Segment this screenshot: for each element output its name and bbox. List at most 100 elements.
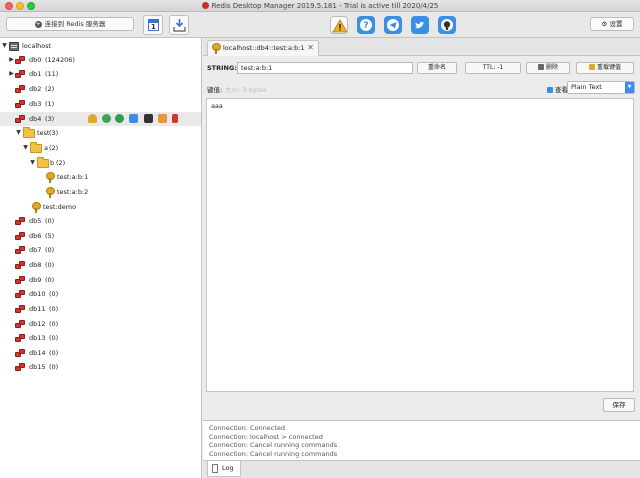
help-icon: ? — [360, 19, 372, 31]
log-output: Connection: Connected Connection: localh… — [203, 420, 640, 460]
tree-db13[interactable]: db13 (0) — [0, 331, 201, 345]
key-type-label: STRING: — [207, 64, 237, 72]
console-icon[interactable] — [144, 114, 153, 123]
delete-button[interactable]: 删除 — [526, 62, 570, 74]
window-title: Redis Desktop Manager 2019.5.181 - Trial… — [0, 0, 640, 12]
tree-db6[interactable]: db6 (5) — [0, 229, 201, 243]
tree-key-1[interactable]: test:a:b:1 — [0, 170, 201, 184]
reload-value-button[interactable]: 重载键值 — [576, 62, 634, 74]
warning-button[interactable] — [330, 16, 348, 34]
key-name: test:a:b:1 — [57, 173, 89, 181]
tree-db5[interactable]: db5 (0) — [0, 214, 201, 228]
db-count: (0) — [49, 290, 59, 298]
reload-icon[interactable] — [115, 114, 124, 123]
twitter-icon — [415, 21, 425, 29]
db-name: db12 — [29, 320, 46, 328]
db-name: db3 — [29, 100, 42, 108]
tree-db11[interactable]: db11 (0) — [0, 302, 201, 316]
log-line: Connection: localhost > connected — [209, 432, 323, 441]
twitter-button[interactable] — [411, 16, 429, 34]
folder-count: (3) — [49, 129, 59, 137]
tree-key-2[interactable]: test:a:b:2 — [0, 185, 201, 199]
tree-db0[interactable]: ▶ db0 (124206) — [0, 53, 201, 67]
collapse-arrow-icon[interactable]: ▼ — [22, 141, 29, 155]
database-icon — [15, 349, 26, 358]
tree-db10[interactable]: db10 (0) — [0, 287, 201, 301]
tree-folder-test[interactable]: ▼ test (3) — [0, 126, 201, 140]
collapse-arrow-icon[interactable]: ▼ — [1, 39, 8, 53]
db-name: db1 — [29, 70, 42, 78]
tree-db4[interactable]: db4 (3) — [0, 112, 201, 126]
db-count: (5) — [45, 232, 55, 240]
settings-button[interactable]: ⚙ 设置 — [590, 17, 634, 31]
collapse-arrow-icon[interactable]: ▼ — [29, 156, 36, 170]
connect-server-button[interactable]: + 连接到 Redis 服务器 — [6, 17, 134, 31]
tree-db7[interactable]: db7 (0) — [0, 243, 201, 257]
db-count: (0) — [45, 217, 55, 225]
database-icon — [15, 70, 26, 79]
database-icon — [15, 334, 26, 343]
log-line: Connection: Connected — [209, 424, 286, 432]
db-count: (0) — [45, 261, 55, 269]
database-icon — [15, 85, 26, 94]
delete-icon[interactable] — [172, 114, 178, 123]
close-icon[interactable]: ✕ — [307, 41, 314, 55]
telegram-button[interactable] — [384, 16, 402, 34]
reload-icon — [588, 64, 595, 70]
key-icon — [46, 172, 55, 183]
db-count: (1) — [45, 100, 55, 108]
log-line: Connection: Cancel running commands — [209, 449, 338, 458]
tree-folder-b[interactable]: ▼ b (2) — [0, 156, 201, 170]
warning-icon — [332, 19, 348, 33]
tree-db15[interactable]: db15 (0) — [0, 360, 201, 374]
calendar-button[interactable] — [143, 15, 163, 35]
value-size: 大小: 3 bytes — [225, 86, 267, 94]
telegram-icon — [387, 19, 399, 31]
plus-icon: + — [34, 21, 42, 28]
tree-db12[interactable]: db12 (0) — [0, 317, 201, 331]
db-count: (124206) — [45, 56, 75, 64]
key-name-input[interactable]: test:a:b:1 — [237, 62, 413, 74]
save-button[interactable]: 保存 — [603, 398, 635, 412]
expand-arrow-icon[interactable]: ▶ — [8, 53, 15, 67]
tree-db2[interactable]: db2 (2) — [0, 82, 201, 96]
db-name: db13 — [29, 334, 46, 342]
flush-icon[interactable] — [158, 114, 167, 123]
server-icon — [9, 42, 19, 51]
tab-log[interactable]: Log — [207, 461, 241, 477]
help-button[interactable]: ? — [357, 16, 375, 34]
rename-button[interactable]: 重命名 — [417, 62, 457, 74]
filter-icon[interactable] — [88, 114, 97, 123]
tree-folder-a[interactable]: ▼ a (2) — [0, 141, 201, 155]
refresh-icon[interactable] — [129, 114, 138, 123]
db-name: db10 — [29, 290, 46, 298]
collapse-arrow-icon[interactable]: ▼ — [15, 126, 22, 140]
db-name: db0 — [29, 56, 42, 64]
db-count: (0) — [45, 246, 55, 254]
import-button[interactable] — [169, 15, 189, 35]
database-icon — [15, 115, 26, 124]
redis-logo-icon — [201, 2, 209, 9]
add-key-icon[interactable] — [102, 114, 111, 123]
tree-db9[interactable]: db9 (0) — [0, 273, 201, 287]
tab-key-value[interactable]: localhost::db4::test:a:b:1 ✕ — [207, 40, 319, 56]
key-icon — [212, 43, 221, 54]
ttl-button[interactable]: TTL: -1 — [465, 62, 521, 74]
database-icon — [15, 261, 26, 270]
tree-db8[interactable]: db8 (0) — [0, 258, 201, 272]
tree-db14[interactable]: db14 (0) — [0, 346, 201, 360]
github-button[interactable] — [438, 16, 456, 34]
db-count: (2) — [45, 85, 55, 93]
tree-db1[interactable]: ▶ db1 (11) — [0, 67, 201, 81]
tree-db3[interactable]: db3 (1) — [0, 97, 201, 111]
toolbar: +连接到 Redis 服务器 ? ⚙ 设置 — [0, 12, 640, 38]
value-editor[interactable]: aaa — [206, 98, 634, 392]
view-mode-select[interactable]: Plain Text ▼ — [567, 81, 635, 94]
expand-arrow-icon[interactable]: ▶ — [8, 67, 15, 81]
folder-icon — [37, 157, 49, 168]
tree-key-demo[interactable]: test:demo — [0, 200, 201, 214]
db-count: (0) — [49, 363, 59, 371]
tree-server-localhost[interactable]: ▼ localhost — [0, 39, 201, 53]
database-icon — [15, 100, 26, 109]
calendar-icon — [148, 19, 159, 31]
